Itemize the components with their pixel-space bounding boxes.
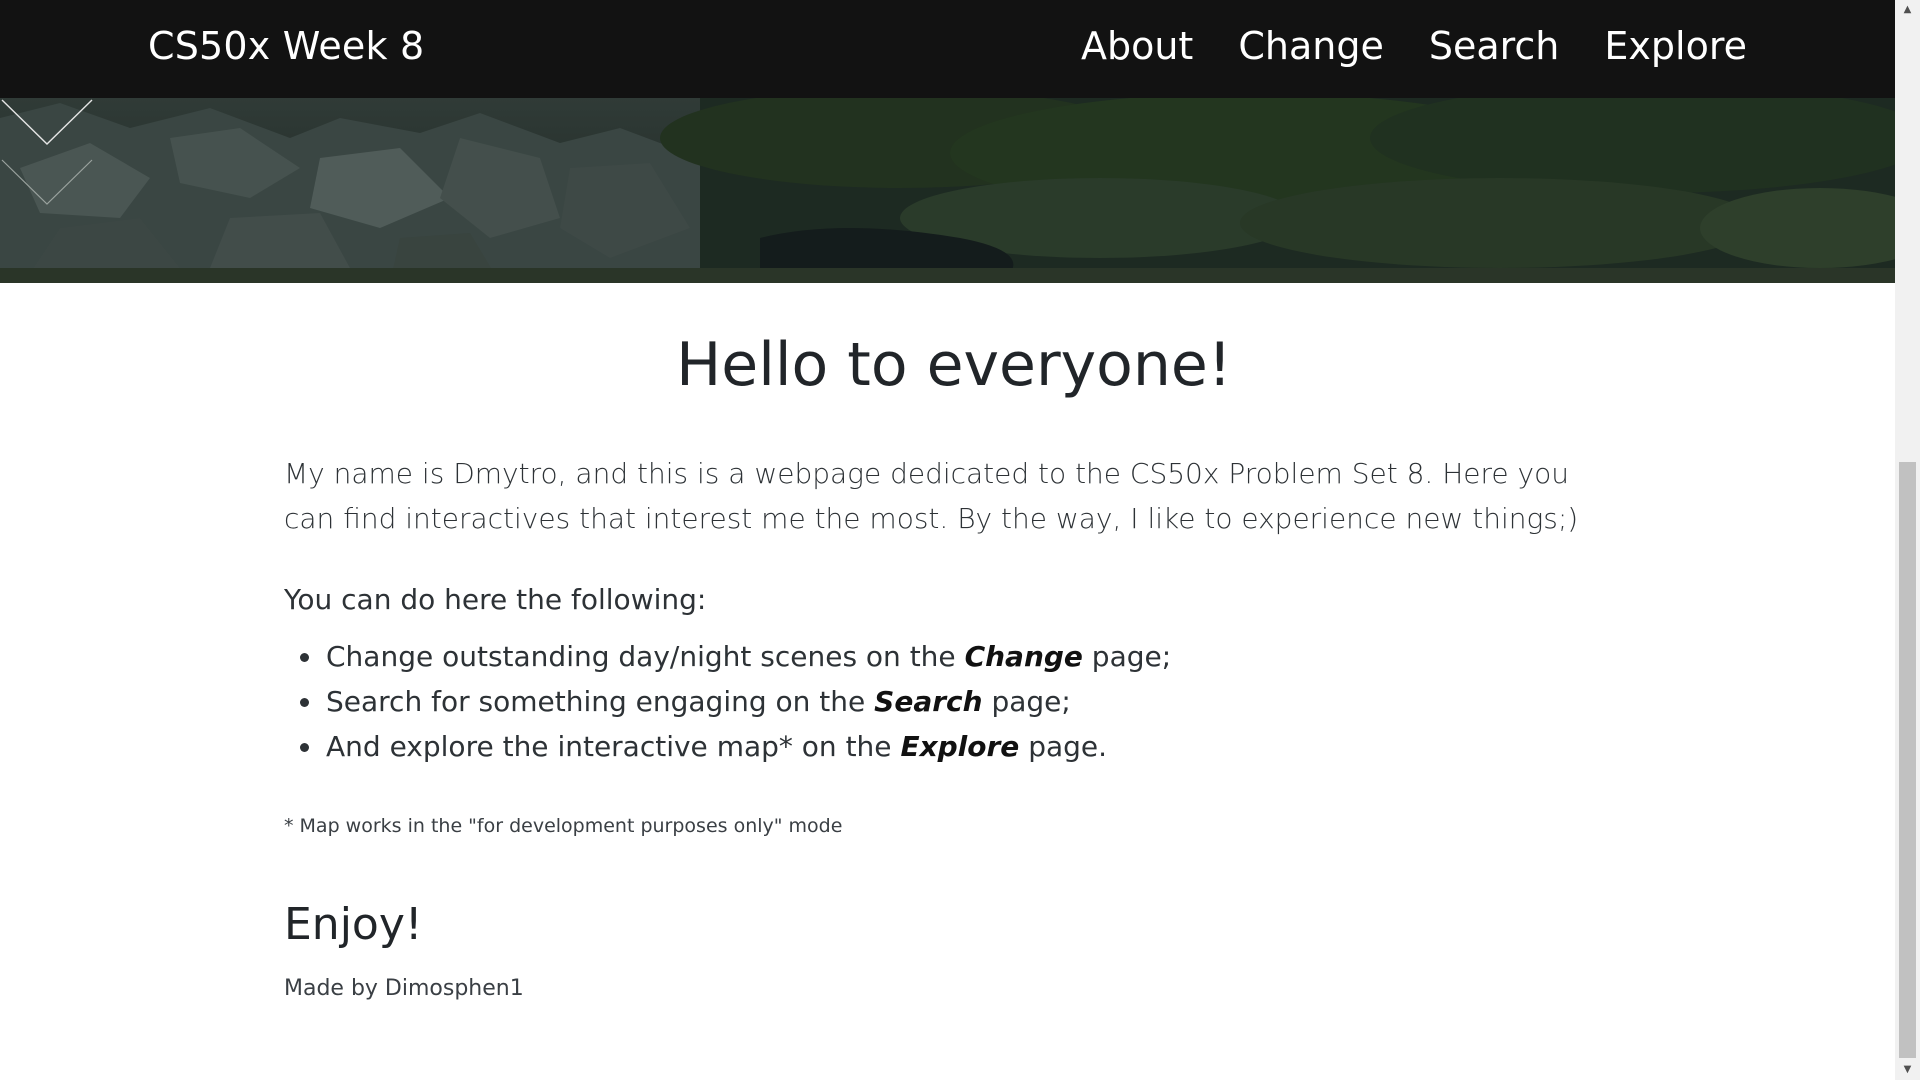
list-item: Change outstanding day/night scenes on t… <box>324 634 1624 679</box>
double-chevron-down-icon[interactable] <box>0 98 95 208</box>
page: CS50x Week 8 About Change Search Explore… <box>0 0 1895 1080</box>
triangle-up-icon[interactable]: ▲ <box>1895 0 1920 20</box>
feature-text: page; <box>982 685 1071 718</box>
list-item: Search for something engaging on the Sea… <box>324 679 1624 724</box>
intro-paragraph: My name is Dmytro, and this is a webpage… <box>284 457 1579 535</box>
feature-text: Search for something engaging on the <box>326 685 875 718</box>
brand-link[interactable]: CS50x Week 8 <box>148 24 424 68</box>
feature-text: Change outstanding day/night scenes on t… <box>326 640 965 673</box>
feature-text: page. <box>1019 730 1108 763</box>
features-list: Change outstanding day/night scenes on t… <box>284 634 1624 769</box>
feature-text: And explore the interactive map* on the <box>326 730 901 763</box>
author-credit: Made by Dimosphen1 <box>284 976 524 1001</box>
page-title: Hello to everyone! <box>676 330 1232 400</box>
map-footnote: * Map works in the "for development purp… <box>284 815 843 837</box>
nav-link-about[interactable]: About <box>1081 24 1193 68</box>
feature-page-name: Change <box>964 640 1083 673</box>
navbar: CS50x Week 8 About Change Search Explore <box>0 0 1895 98</box>
enjoy-heading: Enjoy! <box>284 899 423 950</box>
feature-page-name: Explore <box>900 730 1020 763</box>
features-lead-in: You can do here the following: <box>284 583 707 616</box>
hero-landscape-image <box>0 98 1895 283</box>
nav-link-search[interactable]: Search <box>1429 24 1560 68</box>
triangle-down-icon[interactable]: ▼ <box>1895 1060 1920 1080</box>
hero-banner <box>0 98 1895 283</box>
nav-link-change[interactable]: Change <box>1238 24 1384 68</box>
nav-link-explore[interactable]: Explore <box>1604 24 1747 68</box>
scrollbar-thumb[interactable] <box>1899 462 1916 1058</box>
nav-links: About Change Search Explore <box>1081 24 1747 68</box>
list-item: And explore the interactive map* on the … <box>324 724 1624 769</box>
feature-page-name: Search <box>874 685 983 718</box>
feature-text: page; <box>1082 640 1172 673</box>
main-content: Hello to everyone! My name is Dmytro, an… <box>284 283 1624 1001</box>
vertical-scrollbar[interactable]: ▲ ▼ <box>1895 0 1920 1080</box>
